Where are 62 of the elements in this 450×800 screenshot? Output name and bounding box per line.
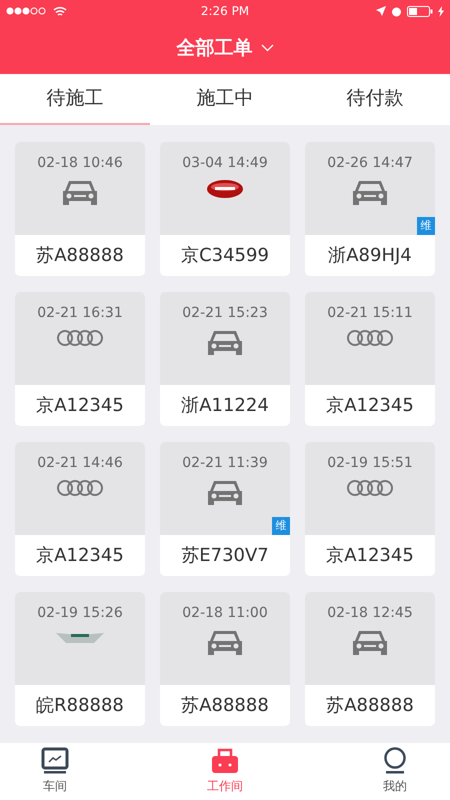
- plate-number: 京A12345: [325, 544, 415, 568]
- plate-number: 京A12345: [325, 394, 415, 418]
- nav-item[interactable]: 车间: [25, 742, 85, 800]
- order-card[interactable]: 02-21 14:46 京A12345: [15, 442, 145, 576]
- order-time: 02-21 15:11: [327, 304, 413, 321]
- rings-icon: [56, 328, 104, 347]
- order-time: 02-18 12:45: [327, 604, 413, 621]
- plate-number: 苏A88888: [180, 694, 270, 718]
- order-card[interactable]: 03-04 14:49 京C34599: [160, 142, 290, 276]
- order-card[interactable]: 02-26 14:47 维 浙A89HJ4: [305, 142, 435, 276]
- charging-icon: [438, 6, 444, 16]
- order-time: 02-19 15:51: [327, 454, 413, 471]
- rings-icon: [56, 478, 104, 497]
- order-time: 02-18 10:46: [37, 154, 123, 171]
- order-time: 02-21 16:31: [37, 304, 123, 321]
- status-time: 2:26 PM: [200, 4, 250, 18]
- nav-label: 我的: [383, 778, 407, 796]
- order-card[interactable]: 02-21 16:31 京A12345: [15, 292, 145, 426]
- nav-label: 工作间: [207, 778, 243, 796]
- signal-icon: [6, 7, 48, 15]
- rings-icon: [346, 328, 394, 347]
- tab[interactable]: 施工中: [150, 74, 300, 125]
- nav-item[interactable]: 工作间: [195, 742, 255, 800]
- order-time: 02-21 15:23: [182, 304, 268, 321]
- nav-label: 车间: [43, 778, 67, 796]
- plate-number: 京A12345: [35, 544, 125, 568]
- order-card[interactable]: 02-18 10:46 苏A88888: [15, 142, 145, 276]
- plate-number: 苏A88888: [325, 694, 415, 718]
- battery-icon: [406, 6, 433, 16]
- tab[interactable]: 待施工: [0, 74, 150, 125]
- chevron-down-icon[interactable]: [260, 44, 274, 52]
- order-card[interactable]: 02-19 15:26 皖R88888: [15, 592, 145, 726]
- order-time: 02-19 15:26: [37, 604, 123, 621]
- logo-icon: [206, 178, 244, 199]
- nav-item[interactable]: 我的: [365, 742, 425, 800]
- order-time: 03-04 14:49: [182, 154, 268, 171]
- plate-number: 苏E730V7: [180, 544, 270, 568]
- rings-icon: [346, 478, 394, 497]
- order-card[interactable]: 02-21 15:23 浙A11224: [160, 292, 290, 426]
- order-card[interactable]: 02-18 12:45 苏A88888: [305, 592, 435, 726]
- order-card[interactable]: 02-21 11:39 维 苏E730V7: [160, 442, 290, 576]
- wifi-icon: [53, 6, 67, 16]
- page-title[interactable]: 全部工单: [176, 34, 252, 61]
- location-icon: [376, 6, 386, 16]
- order-card[interactable]: 02-18 11:00 苏A88888: [160, 592, 290, 726]
- plate-number: 京C34599: [180, 244, 270, 268]
- plate-number: 京A12345: [35, 394, 125, 418]
- plate-number: 苏A88888: [35, 244, 125, 268]
- order-card[interactable]: 02-19 15:51 京A12345: [305, 442, 435, 576]
- plate-number: 皖R88888: [35, 694, 125, 718]
- plate-number: 浙A89HJ4: [327, 244, 413, 268]
- order-time: 02-26 14:47: [327, 154, 413, 171]
- order-time: 02-18 11:00: [182, 604, 268, 621]
- order-card[interactable]: 02-21 15:11 京A12345: [305, 292, 435, 426]
- repair-tag: 维: [417, 216, 435, 235]
- order-time: 02-21 14:46: [37, 454, 123, 471]
- monitor-icon: [41, 747, 69, 776]
- toolbox-icon: [210, 747, 240, 776]
- plate-number: 浙A11224: [180, 394, 270, 418]
- order-time: 02-21 11:39: [182, 454, 268, 471]
- repair-tag: 维: [272, 516, 290, 535]
- tab[interactable]: 待付款: [300, 74, 450, 125]
